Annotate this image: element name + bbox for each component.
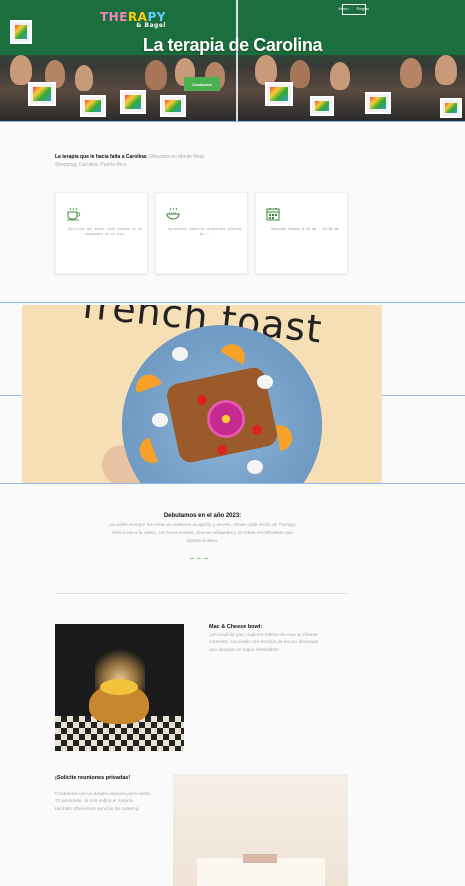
feature-card-text: Aprovecha nuestros groserías ofertas al.… xyxy=(168,227,242,236)
contact-button[interactable]: Contactos xyxy=(184,77,220,91)
guide-line xyxy=(0,483,465,484)
private-events-title: ¡Solicite reuniones privadas! xyxy=(55,775,131,781)
feature-card-text: Disfruta del mejor café cuando no te con… xyxy=(68,227,142,236)
hero-banner: THERAPY & Bagel Menu Reglas La terapia d… xyxy=(0,0,465,121)
feature-card-hours: Domingo-Sábado 8:30 am - 10:00 pm xyxy=(255,192,348,274)
french-toast-image: french toast xyxy=(22,305,382,483)
page-title: La terapia de Carolina xyxy=(142,35,323,55)
private-events-image xyxy=(173,774,348,886)
guide-line xyxy=(0,302,465,303)
feature-cards: Disfruta del mejor café cuando no te con… xyxy=(55,192,348,274)
guide-line xyxy=(0,121,465,122)
food-steam-icon xyxy=(166,207,180,220)
intro-text: La terapia que le hacía falta a Carolina… xyxy=(55,154,204,168)
feature-card-food: Aprovecha nuestros groserías ofertas al.… xyxy=(155,192,248,274)
section-divider xyxy=(55,593,348,594)
hero-photo xyxy=(0,0,465,121)
debut-title: Debutamos en el año 2023: xyxy=(163,513,242,519)
nav-cta-outline[interactable] xyxy=(342,4,366,15)
mac-cheese-description: Mac & Cheese bowl: ¡Un bowl de pan cruji… xyxy=(209,624,319,653)
feature-card-text: Domingo-Sábado 8:30 am - 10:00 pm xyxy=(271,227,339,231)
calendar-icon xyxy=(266,208,280,221)
page: THERAPY & Bagel Menu Reglas La terapia d… xyxy=(0,0,465,886)
logo[interactable]: THERAPY & Bagel xyxy=(100,10,166,29)
feature-card-coffee: Disfruta del mejor café cuando no te con… xyxy=(55,192,148,274)
mac-cheese-title: Mac & Cheese bowl: xyxy=(209,624,263,630)
private-events-description: ¡Solicite reuniones privadas! Contamos c… xyxy=(55,775,150,812)
carousel-dots[interactable] xyxy=(190,558,208,559)
mac-cheese-image xyxy=(55,624,184,751)
debut-body: La visión siempre fue crear un ambiente … xyxy=(109,522,296,543)
debut-section: Debutamos en el año 2023: La visión siem… xyxy=(105,513,300,545)
coffee-icon xyxy=(67,207,80,221)
